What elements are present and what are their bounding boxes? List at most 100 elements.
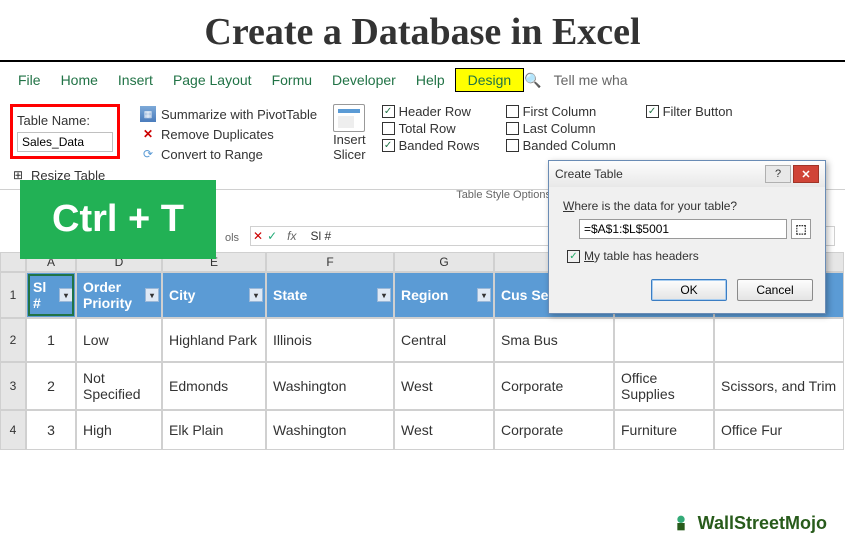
tab-formulas[interactable]: Formu bbox=[262, 68, 322, 92]
checkbox-icon: ✓ bbox=[382, 105, 395, 118]
tab-home[interactable]: Home bbox=[51, 68, 108, 92]
chk-banded-col-label: Banded Column bbox=[523, 138, 616, 153]
ok-button[interactable]: OK bbox=[651, 279, 727, 301]
tab-developer[interactable]: Developer bbox=[322, 68, 406, 92]
h-rest: y table has headers bbox=[594, 249, 699, 263]
cell[interactable]: Not Specified bbox=[76, 362, 162, 410]
row-header[interactable]: 1 bbox=[0, 272, 26, 318]
cell[interactable]: Corporate bbox=[494, 410, 614, 450]
tab-file[interactable]: File bbox=[8, 68, 51, 92]
convert-icon: ⟳ bbox=[140, 146, 156, 162]
tools-group-label: ols bbox=[225, 232, 239, 244]
summarize-pivot-button[interactable]: ▦ Summarize with PivotTable bbox=[140, 104, 317, 124]
header-text: Region bbox=[401, 287, 448, 303]
col-header[interactable]: F bbox=[266, 252, 394, 272]
header-text: City bbox=[169, 287, 195, 303]
table-header[interactable]: State ▾ bbox=[266, 272, 394, 318]
dialog-question: Where is the data for your table? bbox=[563, 199, 811, 213]
logo-icon bbox=[670, 512, 692, 534]
chk-last-column[interactable]: Last Column bbox=[506, 121, 626, 136]
chk-banded-rows-label: Banded Rows bbox=[399, 138, 480, 153]
cell[interactable]: Highland Park bbox=[162, 318, 266, 362]
cell[interactable] bbox=[614, 318, 714, 362]
cell[interactable]: Central bbox=[394, 318, 494, 362]
checkbox-icon: ✓ bbox=[646, 105, 659, 118]
row-header[interactable]: 2 bbox=[0, 318, 26, 362]
filter-dropdown-icon[interactable]: ▾ bbox=[145, 288, 159, 302]
chk-first-column[interactable]: First Column bbox=[506, 104, 626, 119]
chk-first-col-label: First Column bbox=[523, 104, 597, 119]
cell[interactable]: High bbox=[76, 410, 162, 450]
chk-filter-button[interactable]: ✓ Filter Button bbox=[646, 104, 733, 119]
remove-duplicates-button[interactable]: ✕ Remove Duplicates bbox=[140, 124, 317, 144]
fx-label[interactable]: fx bbox=[281, 229, 302, 243]
cancel-button[interactable]: Cancel bbox=[737, 279, 813, 301]
group-tools: ▦ Summarize with PivotTable ✕ Remove Dup… bbox=[130, 102, 327, 187]
tab-design[interactable]: Design bbox=[455, 68, 525, 92]
checkbox-icon: ✓ bbox=[382, 139, 395, 152]
tell-me-input[interactable]: Tell me wha bbox=[554, 72, 628, 88]
convert-range-button[interactable]: ⟳ Convert to Range bbox=[140, 144, 317, 164]
cell[interactable]: Illinois bbox=[266, 318, 394, 362]
cell[interactable]: 1 bbox=[26, 318, 76, 362]
row-header[interactable]: 3 bbox=[0, 362, 26, 410]
help-button[interactable]: ? bbox=[765, 165, 791, 183]
cell[interactable]: Elk Plain bbox=[162, 410, 266, 450]
chk-banded-rows[interactable]: ✓ Banded Rows bbox=[382, 138, 502, 153]
cell[interactable] bbox=[714, 318, 844, 362]
remove-dup-label: Remove Duplicates bbox=[161, 127, 274, 142]
filter-dropdown-icon[interactable]: ▾ bbox=[59, 288, 73, 302]
table-name-input[interactable] bbox=[17, 132, 113, 152]
shortcut-badge: Ctrl + T bbox=[20, 180, 216, 259]
cell[interactable]: Washington bbox=[266, 410, 394, 450]
close-button[interactable]: ✕ bbox=[793, 165, 819, 183]
checkbox-icon: ✓ bbox=[567, 250, 580, 263]
cell[interactable]: Office Fur bbox=[714, 410, 844, 450]
cell[interactable]: Corporate bbox=[494, 362, 614, 410]
col-header[interactable]: G bbox=[394, 252, 494, 272]
formula-value[interactable]: Sl # bbox=[306, 229, 335, 243]
filter-dropdown-icon[interactable]: ▾ bbox=[377, 288, 391, 302]
range-input[interactable] bbox=[579, 219, 787, 239]
cell[interactable]: West bbox=[394, 410, 494, 450]
cell[interactable]: Edmonds bbox=[162, 362, 266, 410]
ribbon-tabs: File Home Insert Page Layout Formu Devel… bbox=[0, 62, 845, 98]
chk-total-row-label: Total Row bbox=[399, 121, 456, 136]
insert-slicer-button[interactable]: Insert Slicer bbox=[327, 102, 372, 187]
cell[interactable]: 3 bbox=[26, 410, 76, 450]
cell[interactable]: Furniture bbox=[614, 410, 714, 450]
headers-checkbox[interactable]: ✓ My table has headers bbox=[567, 249, 811, 263]
cell[interactable]: West bbox=[394, 362, 494, 410]
checkbox-icon bbox=[506, 139, 519, 152]
slicer-label-2: Slicer bbox=[333, 147, 366, 162]
chk-total-row[interactable]: Total Row bbox=[382, 121, 502, 136]
checkbox-icon bbox=[506, 105, 519, 118]
cell[interactable]: Office Supplies bbox=[614, 362, 714, 410]
btn-cancel-fx[interactable]: ✕ bbox=[253, 229, 263, 243]
btn-ok-fx[interactable]: ✓ bbox=[267, 229, 277, 243]
table-header[interactable]: Region ▾ bbox=[394, 272, 494, 318]
chk-banded-column[interactable]: Banded Column bbox=[506, 138, 626, 153]
header-text: State bbox=[273, 287, 307, 303]
collapse-dialog-icon[interactable]: ⬚ bbox=[791, 219, 811, 239]
h-underline: M bbox=[584, 249, 594, 263]
filter-dropdown-icon[interactable]: ▾ bbox=[477, 288, 491, 302]
tab-page-layout[interactable]: Page Layout bbox=[163, 68, 262, 92]
watermark: WallStreetMojo bbox=[670, 512, 827, 534]
table-header[interactable]: City ▾ bbox=[162, 272, 266, 318]
cell[interactable]: Low bbox=[76, 318, 162, 362]
cell[interactable]: Washington bbox=[266, 362, 394, 410]
cell[interactable]: 2 bbox=[26, 362, 76, 410]
row-header[interactable]: 4 bbox=[0, 410, 26, 450]
chk-filter-label: Filter Button bbox=[663, 104, 733, 119]
chk-header-row[interactable]: ✓Header Row bbox=[382, 104, 502, 119]
filter-dropdown-icon[interactable]: ▾ bbox=[249, 288, 263, 302]
tab-help[interactable]: Help bbox=[406, 68, 455, 92]
table-header[interactable]: Sl #▾ bbox=[26, 272, 76, 318]
dialog-titlebar[interactable]: Create Table ? ✕ bbox=[549, 161, 825, 187]
cell[interactable]: Scissors, and Trim bbox=[714, 362, 844, 410]
q-rest: here is the data for your table? bbox=[574, 199, 737, 213]
table-header[interactable]: Order Priority▾ bbox=[76, 272, 162, 318]
cell[interactable]: Sma Bus bbox=[494, 318, 614, 362]
tab-insert[interactable]: Insert bbox=[108, 68, 163, 92]
